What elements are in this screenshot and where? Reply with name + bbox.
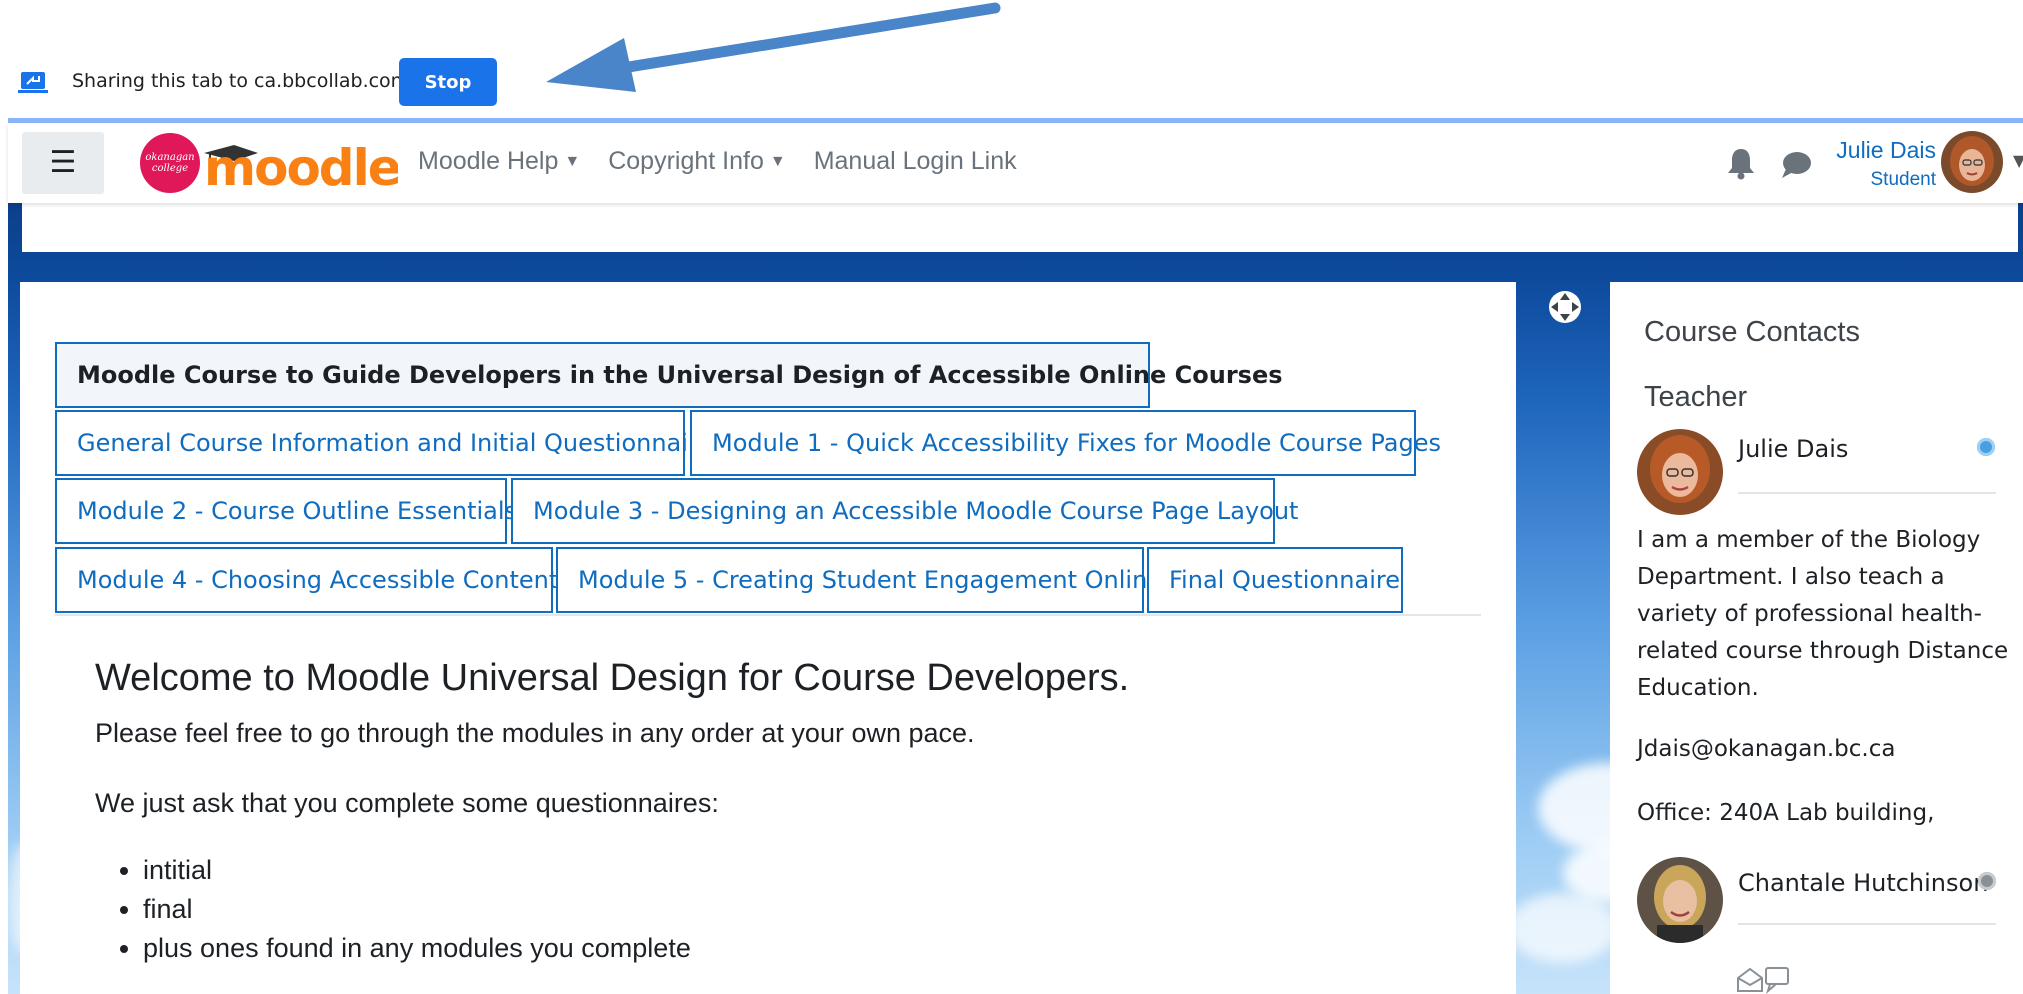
bell-icon[interactable]	[1726, 146, 1756, 180]
svg-text:moodle: moodle	[204, 139, 398, 195]
screen-share-icon	[18, 72, 48, 93]
course-contacts-block: Course Contacts Teacher Julie Dais I am …	[1610, 282, 2023, 994]
welcome-ask: We just ask that you complete some quest…	[95, 788, 719, 818]
list-item: final	[143, 894, 1129, 925]
list-item: plus ones found in any modules you compl…	[143, 933, 1129, 964]
contact-avatar[interactable]	[1637, 429, 1723, 515]
contact-bio: I am a member of the Biology Department.…	[1637, 527, 2009, 701]
contact-name[interactable]: Chantale Hutchinson	[1738, 869, 1988, 897]
block-title: Course Contacts	[1644, 316, 1860, 348]
welcome-heading: Welcome to Moodle Universal Design for C…	[95, 657, 1130, 699]
menu-copyright-info[interactable]: Copyright Info ▼	[608, 147, 785, 176]
sharing-status-text: Sharing this tab to ca.bbcollab.com	[72, 70, 410, 92]
contact-divider	[1738, 492, 1996, 494]
tab-general-course-information[interactable]: General Course Information and Initial Q…	[55, 410, 712, 476]
offline-status-icon	[1978, 872, 1996, 890]
message-icons[interactable]	[1734, 964, 1794, 994]
primary-menu: Moodle Help ▼ Copyright Info ▼ Manual Logi…	[418, 147, 1045, 176]
tab-module-2[interactable]: Module 2 - Course Outline Essentials	[55, 478, 517, 544]
moodle-logo[interactable]: okanagan college moodle	[138, 131, 398, 195]
contact-avatar[interactable]	[1637, 857, 1723, 943]
svg-text:college: college	[152, 163, 188, 174]
contact-name[interactable]: Julie Dais	[1738, 435, 1848, 463]
menu-moodle-help[interactable]: Moodle Help ▼	[418, 147, 580, 176]
list-item: intitial	[143, 855, 1129, 886]
page-header-strip	[22, 203, 2018, 252]
questionnaire-list: intitial final plus ones found in any mo…	[143, 855, 1129, 964]
tab-module-4[interactable]: Module 4 - Choosing Accessible Content	[55, 547, 558, 613]
contact-office: Office: 240A Lab building,	[1637, 800, 1935, 826]
tab-module-3[interactable]: Module 3 - Designing an Accessible Moodl…	[511, 478, 1298, 544]
move-block-icon[interactable]	[1548, 290, 1582, 324]
contact-divider	[1738, 923, 1996, 925]
welcome-section: Welcome to Moodle Universal Design for C…	[95, 657, 1129, 972]
top-navbar: ☰ okanagan college moodle Moodle Help ▼ C…	[8, 123, 2023, 203]
hamburger-menu-button[interactable]: ☰	[22, 132, 104, 194]
caret-down-icon: ▼	[564, 153, 581, 170]
user-name[interactable]: Julie Dais	[1826, 137, 1936, 164]
course-main-region: Moodle Course to Guide Developers in the…	[20, 282, 1516, 994]
stop-sharing-button[interactable]: Stop	[399, 58, 497, 106]
user-menu-caret-icon[interactable]: ▼	[2013, 151, 2023, 170]
tab-module-1[interactable]: Module 1 - Quick Accessibility Fixes for…	[690, 410, 1441, 476]
menu-manual-login-link[interactable]: Manual Login Link	[814, 147, 1017, 176]
contact-email: Jdais@okanagan.bc.ca	[1637, 736, 1896, 762]
chat-icon[interactable]	[1780, 150, 1812, 180]
tab-module-5[interactable]: Module 5 - Creating Student Engagement O…	[556, 547, 1162, 613]
svg-text:okanagan: okanagan	[145, 152, 194, 163]
contact-role-heading: Teacher	[1644, 381, 1748, 413]
tabs-divider	[55, 614, 1481, 616]
course-title-tab: Moodle Course to Guide Developers in the…	[55, 342, 1283, 408]
welcome-intro: Please feel free to go through the modul…	[95, 718, 975, 748]
hamburger-icon: ☰	[49, 146, 77, 179]
tab-final-questionnaire[interactable]: Final Questionnaire	[1147, 547, 1403, 613]
annotation-arrow	[546, 2, 1001, 92]
caret-down-icon: ▼	[769, 153, 786, 170]
tab-sharing-bar: Sharing this tab to ca.bbcollab.com Stop	[0, 0, 2023, 122]
online-status-icon	[1977, 438, 1995, 456]
user-avatar[interactable]	[1941, 131, 2003, 193]
user-role: Student	[1870, 169, 1937, 190]
